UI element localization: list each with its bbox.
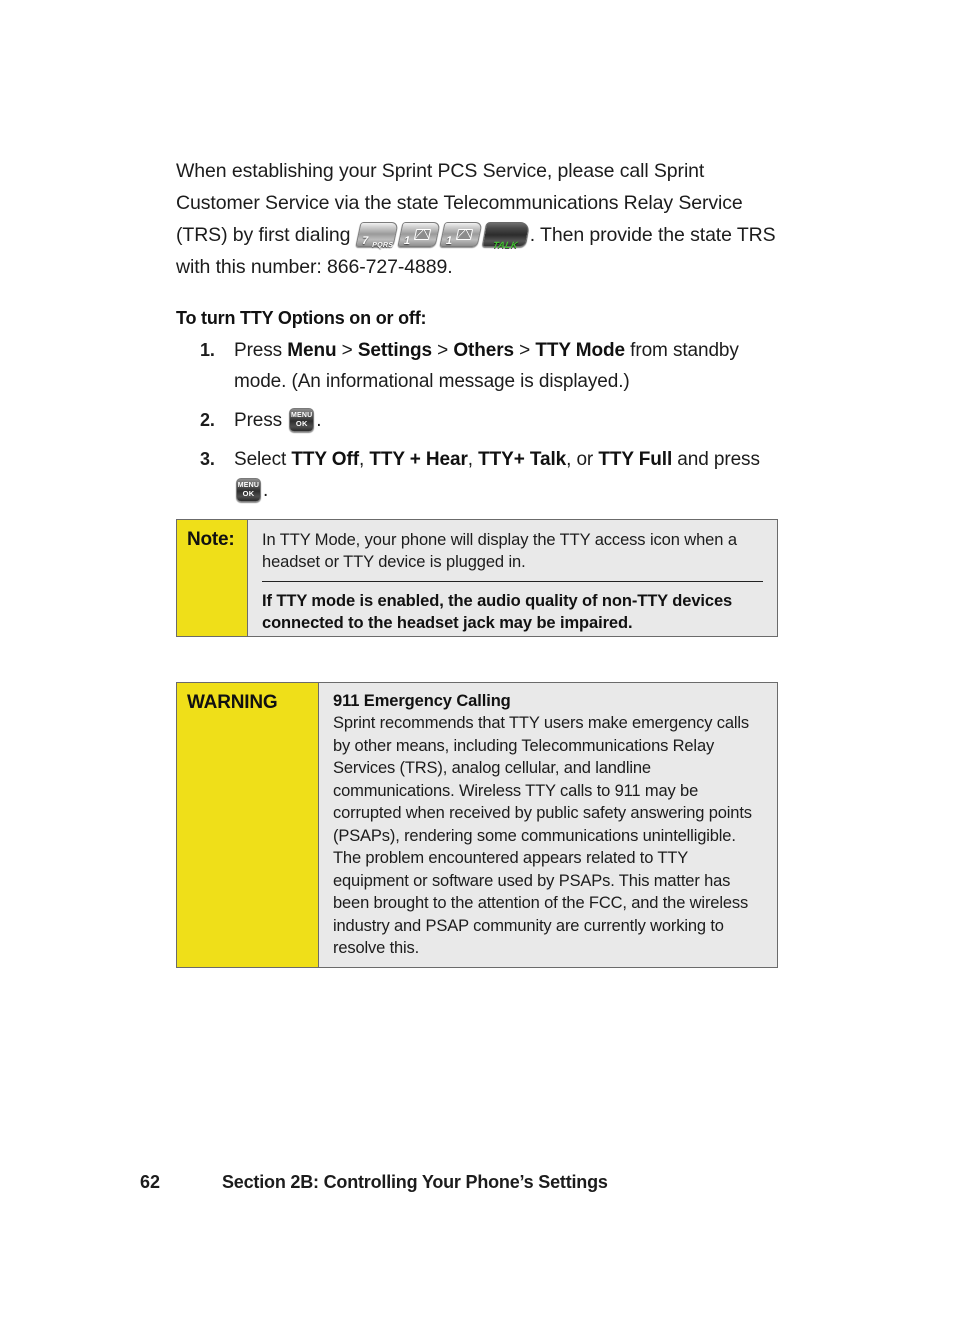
step-text-mid: and press	[672, 449, 760, 470]
note-label: Note:	[187, 529, 235, 550]
step-text-post: .	[263, 480, 269, 501]
key-1-voicemail-icon: 1	[439, 222, 483, 247]
path-separator: >	[431, 340, 454, 361]
procedure-step-list: 1. Press Menu > Settings > Others > TTY M…	[176, 335, 781, 506]
option-tty-full: TTY Full	[598, 449, 673, 470]
comma: , or	[566, 449, 599, 470]
envelope-icon	[413, 229, 431, 240]
step-text-pre: Press	[234, 410, 288, 431]
list-item: 2. Press MENU OK.	[176, 405, 781, 436]
step-text-post: .	[316, 410, 322, 431]
option-tty-hear: TTY + Hear	[369, 449, 468, 470]
menu-path-tty-mode: TTY Mode	[535, 340, 625, 361]
key-line2: OK	[242, 489, 255, 498]
option-tty-off: TTY Off	[291, 449, 359, 470]
note-divider	[262, 581, 763, 582]
warning-label: WARNING	[187, 692, 278, 713]
warning-title: 911 Emergency Calling	[333, 692, 511, 710]
key-menu-ok-icon: MENU OK	[289, 408, 315, 432]
step-text-pre: Select	[234, 449, 292, 470]
main-content-column: When establishing your Sprint PCS Servic…	[176, 155, 781, 506]
intro-paragraph: When establishing your Sprint PCS Servic…	[176, 155, 781, 283]
menu-path-others: Others	[453, 340, 514, 361]
note-paragraph-2: If TTY mode is enabled, the audio qualit…	[262, 592, 733, 632]
footer-section-title: Section 2B: Controlling Your Phone’s Set…	[222, 1172, 608, 1192]
note-callout-box: Note: In TTY Mode, your phone will displ…	[176, 519, 778, 637]
path-separator: >	[336, 340, 358, 361]
envelope-icon	[455, 229, 473, 240]
key-talk-icon: TALK	[481, 222, 530, 250]
menu-path-settings: Settings	[357, 340, 432, 361]
warning-label-cell: WARNING	[177, 683, 319, 967]
path-separator: >	[513, 340, 536, 361]
note-label-cell: Note:	[177, 520, 248, 636]
key-7-pqrs-icon: 7 PQRS	[355, 222, 399, 249]
page-footer: 62 Section 2B: Controlling Your Phone’s …	[140, 1172, 840, 1193]
key-1-voicemail-icon: 1	[397, 222, 441, 247]
comma: ,	[467, 449, 479, 470]
step-number: 1.	[200, 340, 215, 360]
key-label: TALK	[491, 240, 519, 250]
key-line2: OK	[295, 419, 308, 428]
step-number: 2.	[200, 410, 215, 430]
list-item: 3. Select TTY Off, TTY + Hear, TTY+ Talk,…	[176, 444, 781, 506]
comma: ,	[358, 449, 370, 470]
warning-callout-box: WARNING 911 Emergency Calling Sprint rec…	[176, 682, 778, 968]
warning-body-cell: 911 Emergency Calling Sprint recommends …	[319, 683, 777, 967]
list-item: 1. Press Menu > Settings > Others > TTY M…	[176, 335, 781, 397]
warning-body-text: Sprint recommends that TTY users make em…	[333, 714, 752, 957]
note-body-cell: In TTY Mode, your phone will display the…	[248, 520, 777, 636]
step-text-pre: Press	[234, 340, 288, 361]
key-menu-ok-icon: MENU OK	[236, 478, 261, 502]
procedure-heading: To turn TTY Options on or off:	[176, 308, 427, 328]
step-number: 3.	[200, 449, 215, 469]
menu-path-menu: Menu	[287, 340, 337, 361]
page-number: 62	[140, 1172, 161, 1192]
note-paragraph-1: In TTY Mode, your phone will display the…	[262, 531, 737, 571]
option-tty-talk: TTY+ Talk	[478, 449, 567, 470]
document-page: When establishing your Sprint PCS Servic…	[0, 0, 954, 1336]
